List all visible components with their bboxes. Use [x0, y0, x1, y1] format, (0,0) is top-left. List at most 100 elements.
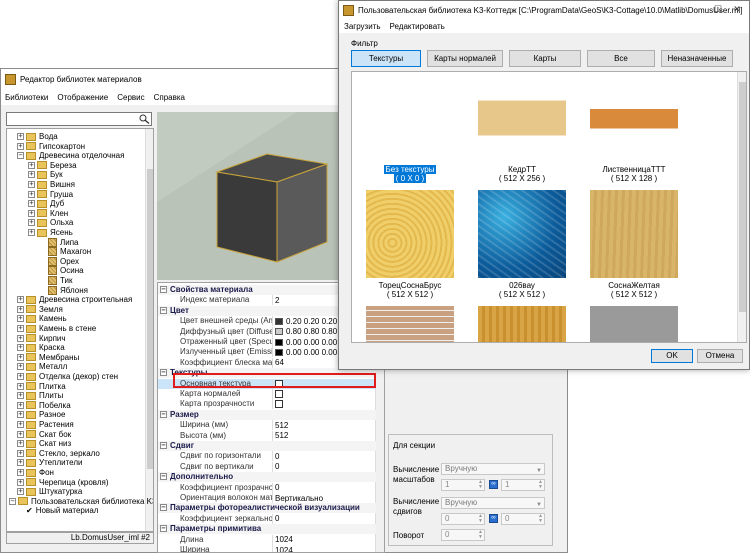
- collapse-icon[interactable]: −: [160, 410, 167, 418]
- texture-caption[interactable]: ЛиственницаТТТ( 512 X 128 ): [579, 165, 689, 183]
- menu-item[interactable]: Сервис: [117, 93, 144, 102]
- expand-icon[interactable]: +: [17, 353, 24, 361]
- menu-item[interactable]: Библиотеки: [5, 93, 48, 102]
- expand-icon[interactable]: +: [17, 296, 24, 304]
- expand-icon[interactable]: +: [17, 373, 24, 380]
- material-tree[interactable]: + Вода + Гипсокартон − Древесина отделочная + Б…: [6, 128, 154, 532]
- link-icon[interactable]: ∞: [489, 514, 498, 523]
- expand-icon[interactable]: +: [17, 459, 24, 467]
- property-row[interactable]: Ширина 1024: [158, 545, 376, 552]
- expand-icon[interactable]: +: [17, 334, 24, 342]
- menu-item[interactable]: Справка: [154, 93, 185, 102]
- expand-icon[interactable]: +: [28, 171, 35, 179]
- filter-button[interactable]: Неназначенные: [661, 50, 733, 67]
- property-value[interactable]: Вертикально: [272, 493, 376, 503]
- property-value[interactable]: 0: [272, 513, 376, 524]
- shift-x-stepper[interactable]: 0 ▲ ▼: [441, 513, 485, 525]
- expand-icon[interactable]: +: [17, 142, 24, 150]
- collapse-icon[interactable]: −: [160, 369, 167, 377]
- texture-checkbox[interactable]: [275, 390, 283, 398]
- collapse-icon[interactable]: −: [9, 497, 16, 505]
- collapse-icon[interactable]: −: [160, 286, 167, 293]
- expand-icon[interactable]: +: [28, 200, 35, 208]
- expand-icon[interactable]: +: [17, 401, 24, 409]
- texture-tile[interactable]: [478, 306, 566, 342]
- collapse-icon[interactable]: −: [160, 473, 167, 481]
- expand-icon[interactable]: +: [17, 411, 24, 419]
- texture-tile[interactable]: [590, 74, 678, 162]
- texture-caption[interactable]: СоснаЖелтая( 512 X 512 ): [579, 281, 689, 299]
- property-value[interactable]: 1024: [272, 534, 376, 545]
- link-icon[interactable]: ∞: [489, 480, 498, 489]
- shift-y-stepper[interactable]: 0 ▲ ▼: [501, 513, 545, 525]
- expand-icon[interactable]: +: [17, 382, 24, 390]
- texture-tile[interactable]: [366, 306, 454, 342]
- maximize-icon[interactable]: ☐: [709, 3, 727, 15]
- filter-button[interactable]: Текстуры: [351, 50, 421, 67]
- texture-gallery[interactable]: Без текстуры( 0 X 0 ) КедрТТ( 512 X 256 )…: [351, 71, 747, 343]
- texture-checkbox[interactable]: [275, 400, 283, 409]
- texture-tile[interactable]: [366, 74, 454, 162]
- expand-icon[interactable]: +: [17, 469, 24, 476]
- texture-caption[interactable]: ТорецСоснаБрус( 512 X 512 ): [355, 281, 465, 299]
- expand-icon[interactable]: +: [28, 181, 35, 188]
- collapse-icon[interactable]: −: [160, 525, 167, 533]
- color-swatch[interactable]: [275, 317, 283, 325]
- filter-button[interactable]: Карты нормалей: [427, 50, 503, 67]
- tree-item[interactable]: ✔ Новый материал: [17, 505, 98, 516]
- property-category[interactable]: − Размер: [158, 409, 376, 420]
- expand-icon[interactable]: +: [17, 488, 24, 496]
- expand-icon[interactable]: +: [17, 392, 24, 400]
- close-icon[interactable]: ✕: [728, 3, 746, 15]
- property-value[interactable]: [272, 399, 376, 410]
- expand-icon[interactable]: +: [17, 430, 24, 438]
- color-swatch[interactable]: [275, 328, 283, 336]
- expand-icon[interactable]: +: [17, 449, 24, 457]
- tree-search-input[interactable]: [6, 112, 152, 126]
- property-row[interactable]: Карта прозрачности: [158, 399, 376, 410]
- color-swatch[interactable]: [275, 348, 283, 356]
- expand-icon[interactable]: +: [17, 363, 24, 371]
- texture-caption[interactable]: Без текстуры( 0 X 0 ): [355, 165, 465, 183]
- texture-tile[interactable]: [590, 306, 678, 342]
- expand-icon[interactable]: +: [17, 325, 24, 332]
- property-value[interactable]: 512: [272, 420, 376, 431]
- menu-item[interactable]: Загрузить: [344, 22, 381, 31]
- texture-tile[interactable]: [366, 190, 454, 278]
- expand-icon[interactable]: +: [17, 440, 24, 448]
- collapse-icon[interactable]: −: [160, 442, 167, 449]
- property-row[interactable]: Ширина (мм) 512: [158, 420, 376, 431]
- property-row[interactable]: Длина 1024: [158, 534, 376, 545]
- texture-tile[interactable]: [478, 74, 566, 162]
- property-value[interactable]: 512: [272, 430, 376, 441]
- expand-icon[interactable]: +: [28, 161, 35, 169]
- shift-mode-select[interactable]: Вручную ▼: [441, 497, 545, 509]
- property-row[interactable]: Ориентация волокон мате...Вертикально: [158, 493, 376, 503]
- property-row[interactable]: Высота (мм) 512: [158, 430, 376, 441]
- texture-caption[interactable]: КедрТТ( 512 X 256 ): [467, 165, 577, 183]
- property-row[interactable]: Сдвиг по вертикали 0: [158, 461, 376, 472]
- expand-icon[interactable]: +: [17, 305, 24, 313]
- property-value[interactable]: 0: [272, 461, 376, 472]
- filter-button[interactable]: Карты прозрачности: [509, 50, 581, 78]
- color-swatch[interactable]: [275, 338, 283, 346]
- expand-icon[interactable]: +: [17, 421, 24, 428]
- property-row[interactable]: Сдвиг по горизонтали 0: [158, 451, 376, 462]
- texture-tile[interactable]: [478, 190, 566, 278]
- property-category[interactable]: − Параметры примитива: [158, 524, 376, 535]
- expand-icon[interactable]: +: [28, 190, 35, 198]
- expand-icon[interactable]: +: [17, 344, 24, 352]
- scale-x-stepper[interactable]: 1 ▲ ▼: [441, 479, 485, 491]
- expand-icon[interactable]: +: [17, 133, 24, 140]
- collapse-icon[interactable]: −: [160, 306, 167, 314]
- tree-scrollbar[interactable]: [145, 129, 153, 531]
- property-value[interactable]: 0: [272, 482, 376, 493]
- property-row[interactable]: Карта нормалей: [158, 389, 376, 399]
- scale-y-stepper[interactable]: 1 ▲ ▼: [501, 479, 545, 491]
- property-row[interactable]: Коэффициент прозрачно... 0: [158, 482, 376, 493]
- search-icon[interactable]: [139, 114, 150, 124]
- property-row[interactable]: Коэффициент зеркально... 0: [158, 513, 376, 524]
- ok-button[interactable]: OK: [651, 349, 693, 363]
- expand-icon[interactable]: +: [28, 209, 35, 217]
- property-value[interactable]: 1024: [272, 545, 376, 552]
